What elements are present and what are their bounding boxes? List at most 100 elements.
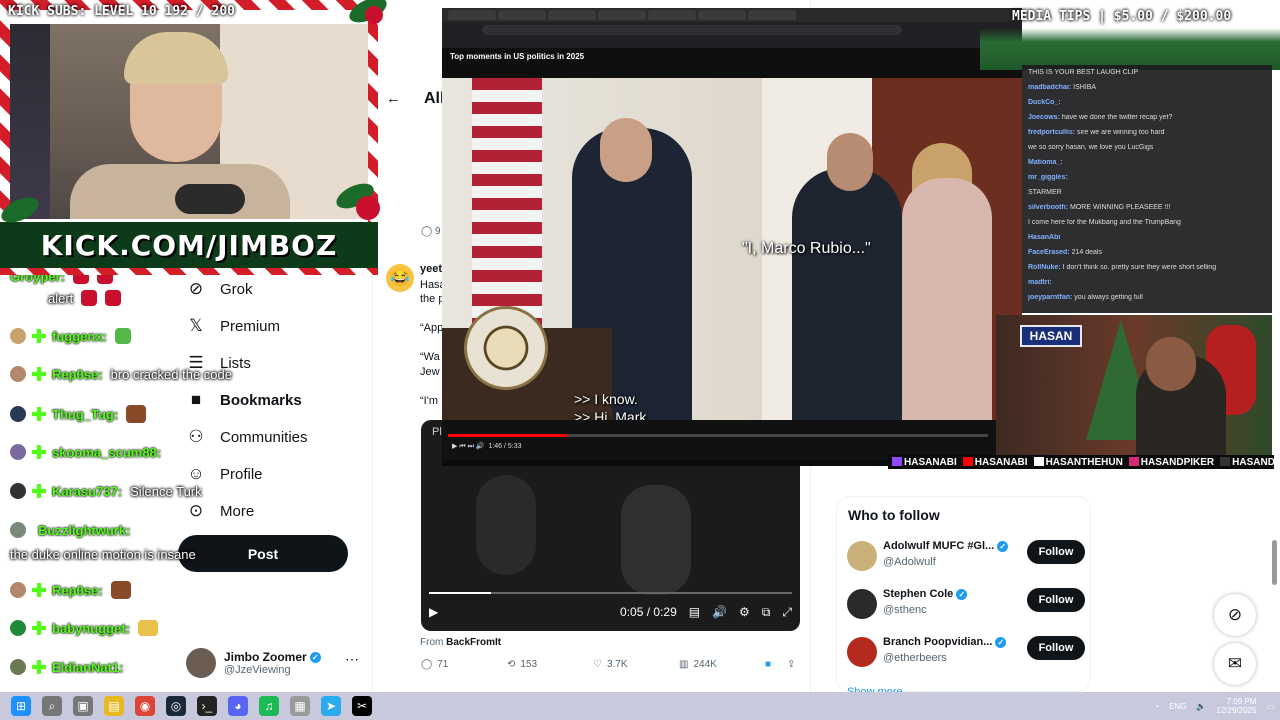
app-icon[interactable]: ▦ xyxy=(290,696,310,716)
scene-person xyxy=(600,118,652,182)
reply-count[interactable]: ◯ 9 xyxy=(421,226,441,237)
account-switcher[interactable]: Jimbo Zoomer ✓ @JzeViewing ⋯ xyxy=(186,643,361,683)
social-handles-bar: HASANABI HASANABI HASANTHEHUN HASANDPIKE… xyxy=(888,455,1274,469)
tweet-text: “Wa xyxy=(420,351,440,363)
terminal-icon[interactable]: ›_ xyxy=(197,696,217,716)
play-icon[interactable]: ▶ xyxy=(429,605,438,619)
follow-button[interactable]: Follow xyxy=(1027,540,1085,564)
chat-text: have we done the twitter recap yet? xyxy=(1061,114,1173,121)
reply-button[interactable]: ◯ 71 xyxy=(421,659,448,670)
system-clock[interactable]: 7:09 PM 12/29/2025 xyxy=(1216,697,1256,715)
capcut-icon[interactable]: ✂ xyxy=(352,696,372,716)
user-badge-icon xyxy=(10,444,26,460)
video-frame-figure xyxy=(621,485,691,595)
browser-tab[interactable] xyxy=(448,10,496,20)
browser-tab[interactable] xyxy=(748,10,796,20)
chat-username: FaceErased: xyxy=(1028,249,1072,256)
chat-message: Karasu737: Silence Turk xyxy=(10,480,202,502)
chat-message: I come here for the Mukbang and the Trum… xyxy=(1028,219,1268,233)
verified-badge-icon: ✓ xyxy=(997,540,1009,552)
chat-message: HasanAbi xyxy=(1028,234,1268,248)
video-source[interactable]: From BackFromIt xyxy=(420,637,501,648)
screen-share-browser: Top moments in US politics in 2025 "I, M… xyxy=(442,8,1022,466)
user-badge-icon xyxy=(10,406,26,422)
task-view-icon[interactable]: ▣ xyxy=(73,696,93,716)
post-button[interactable]: Post xyxy=(178,535,348,572)
discord-icon[interactable]: ◕ xyxy=(228,696,248,716)
emote-icon xyxy=(138,620,158,636)
browser-tab[interactable] xyxy=(498,10,546,20)
system-tray: ◔ ENG 🔈 7:09 PM 12/29/2025 ▭ xyxy=(1154,694,1274,718)
volume-icon[interactable]: 🔈 xyxy=(1196,702,1206,711)
youtube-time: ▶ ⏮ ⏭ 🔊 1:46 / 5:33 xyxy=(452,443,522,450)
subscriber-badge-icon xyxy=(32,329,46,343)
back-arrow-icon[interactable]: ← xyxy=(386,90,401,107)
repost-button[interactable]: ⟲ 153 xyxy=(507,659,537,670)
tweet-text: Jew xyxy=(420,366,440,378)
bookmark-button[interactable]: ■ xyxy=(765,659,771,670)
views-button[interactable]: ▥ 244K xyxy=(679,659,717,670)
fullscreen-icon[interactable]: ⤢ xyxy=(782,605,792,620)
telegram-icon[interactable]: ➤ xyxy=(321,696,341,716)
follow-suggestion[interactable]: Branch Poopvidian... ✓ @etherbeers Follow xyxy=(847,633,1085,673)
video-frame[interactable]: "I, Marco Rubio..." >> I know. >> Hi, Mar… xyxy=(442,78,1022,425)
avatar[interactable]: 😂 xyxy=(386,264,414,292)
grok-fab-icon[interactable]: ⊘ xyxy=(1214,594,1256,636)
nav-item-premium[interactable]: 𝕏 Premium xyxy=(186,316,280,336)
nav-item-bookmarks[interactable]: ■ Bookmarks xyxy=(186,390,302,410)
twitch-icon xyxy=(892,457,902,467)
user-handle: @sthenc xyxy=(883,604,927,616)
video-progress-bar[interactable] xyxy=(429,592,792,594)
tweet-author[interactable]: yeet xyxy=(420,263,442,275)
chat-message: RollNuke: I don't think so. pretty sure … xyxy=(1028,264,1268,278)
chrome-icon[interactable]: ◉ xyxy=(135,696,155,716)
video-label: Pl xyxy=(432,426,442,438)
follow-suggestion[interactable]: Adolwulf MUFC #Gl... ✓ @Adolwulf Follow xyxy=(847,537,1085,577)
file-explorer-icon[interactable]: ▤ xyxy=(104,696,124,716)
scene-person xyxy=(827,133,873,191)
share-button[interactable]: ⇪ xyxy=(787,659,795,670)
follow-suggestion[interactable]: Stephen Cole ✓ @sthenc Follow xyxy=(847,585,1085,625)
messages-icon[interactable]: ✉ xyxy=(1214,643,1256,685)
more-options-icon[interactable]: ⋯ xyxy=(345,651,359,668)
spotify-icon[interactable]: ♫ xyxy=(259,696,279,716)
like-button[interactable]: ♡ 3.7K xyxy=(593,659,628,670)
url-field[interactable] xyxy=(482,25,902,35)
chat-username: Matioma_: xyxy=(1028,159,1063,166)
network-icon[interactable]: ◔ xyxy=(1154,702,1159,711)
browser-tab[interactable] xyxy=(598,10,646,20)
browser-tab[interactable] xyxy=(648,10,696,20)
browser-tab[interactable] xyxy=(698,10,746,20)
chat-username: Thug_Tug: xyxy=(52,406,119,422)
video-page-title: Top moments in US politics in 2025 xyxy=(442,48,1022,78)
nav-item-communities[interactable]: ⚇ Communities xyxy=(186,427,307,447)
chat-message: alert xyxy=(40,287,122,309)
chat-username: Rep0se: xyxy=(52,366,103,382)
browser-tab[interactable] xyxy=(548,10,596,20)
address-bar[interactable] xyxy=(442,22,1022,38)
panel-title: Who to follow xyxy=(848,507,940,523)
user-name: Branch Poopvidian... xyxy=(883,636,993,648)
chat-username: Buzzlightwurk: xyxy=(38,522,131,538)
language-indicator[interactable]: ENG xyxy=(1169,702,1186,711)
settings-icon[interactable]: ⚙ xyxy=(739,605,750,619)
youtube-icon xyxy=(962,457,973,467)
nav-item-more[interactable]: ⊙ More xyxy=(186,501,254,521)
notifications-icon[interactable]: ▭ xyxy=(1266,702,1274,711)
volume-icon[interactable]: 🔊 xyxy=(712,605,727,619)
scrollbar[interactable] xyxy=(1272,540,1277,585)
steam-icon[interactable]: ◎ xyxy=(166,696,186,716)
follow-button[interactable]: Follow xyxy=(1027,636,1085,660)
start-icon[interactable]: ⊞ xyxy=(11,696,31,716)
follow-button[interactable]: Follow xyxy=(1027,588,1085,612)
user-badge-icon xyxy=(10,620,26,636)
chat-text: bro cracked the code xyxy=(110,366,232,382)
pip-icon[interactable]: ⧉ xyxy=(762,605,771,620)
youtube-progress-bar[interactable] xyxy=(448,434,988,437)
user-badge-icon xyxy=(10,582,26,598)
nav-item-grok[interactable]: ⊘ Grok xyxy=(186,279,253,299)
video-progress-fill xyxy=(429,592,491,594)
search-icon[interactable]: ⌕ xyxy=(42,696,62,716)
stream-chat-panel: THIS IS YOUR BEST LAUGH CLIP madbadchai: … xyxy=(1022,65,1272,313)
captions-icon[interactable]: ▤ xyxy=(689,605,700,619)
